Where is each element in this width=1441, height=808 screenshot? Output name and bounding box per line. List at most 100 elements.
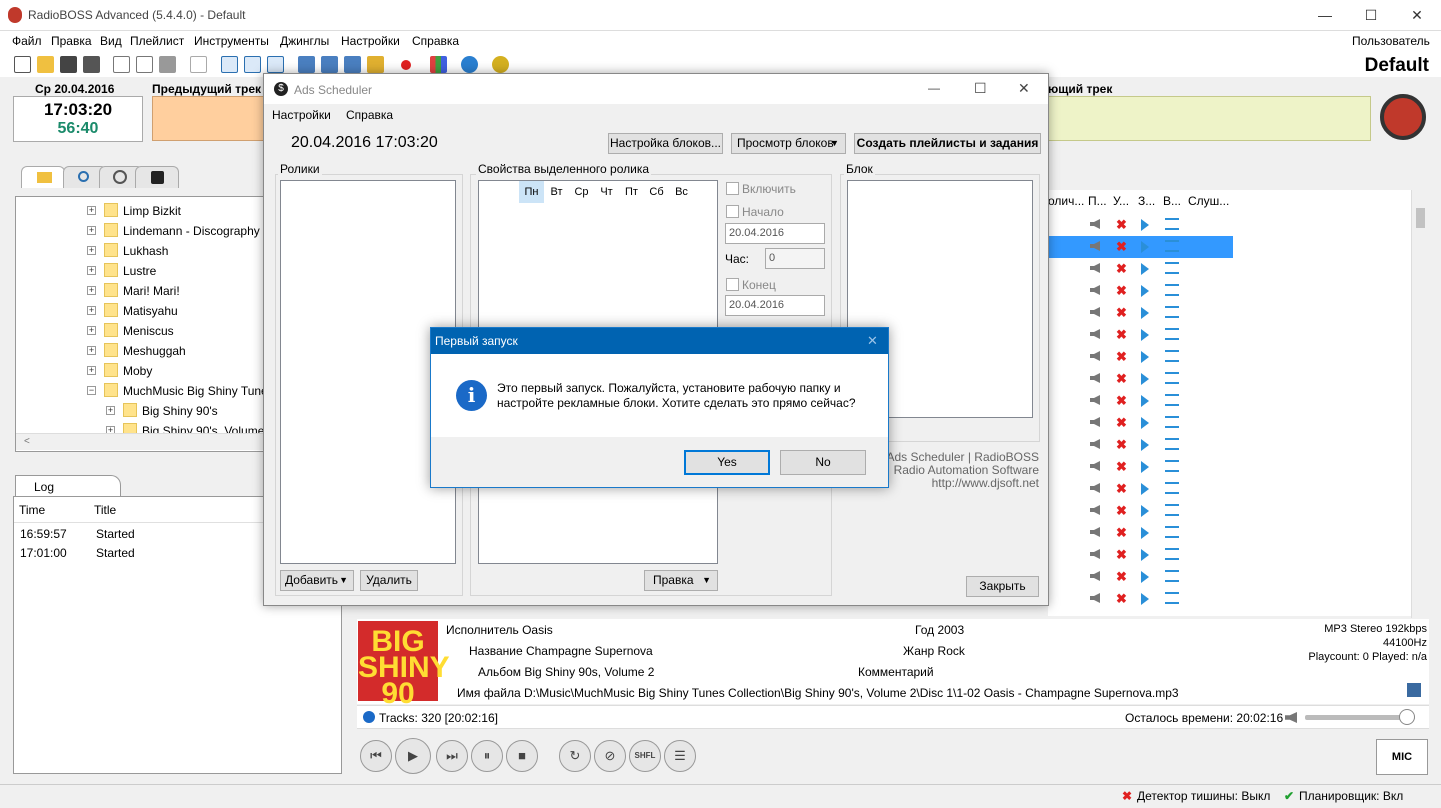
play-icon[interactable] — [1141, 461, 1149, 473]
playlist-row[interactable]: ✖ — [1048, 390, 1233, 412]
remove-icon[interactable]: ✖ — [1116, 261, 1127, 277]
expand-toggle-icon[interactable]: + — [87, 246, 96, 255]
expand-toggle-icon[interactable]: + — [87, 326, 96, 335]
add-url-icon[interactable] — [367, 56, 384, 73]
play-icon[interactable] — [1141, 571, 1149, 583]
record-icon[interactable] — [401, 60, 411, 70]
remove-icon[interactable]: ✖ — [1116, 393, 1127, 409]
no-button[interactable]: No — [780, 450, 866, 475]
day-cell[interactable]: Ср — [569, 181, 594, 203]
tree-item[interactable]: + Moby — [16, 361, 264, 381]
enable-checkbox[interactable] — [726, 182, 739, 195]
stop-mark-icon[interactable] — [1165, 372, 1179, 384]
play-icon[interactable] — [1141, 593, 1149, 605]
menu-settings[interactable]: Настройки — [341, 34, 400, 48]
stop-mark-icon[interactable] — [1165, 262, 1179, 274]
new-file-icon[interactable] — [14, 56, 31, 73]
expand-toggle-icon[interactable]: + — [87, 306, 96, 315]
menu-playlist[interactable]: Плейлист — [130, 34, 184, 48]
add-clip-button[interactable]: Добавить ▼ — [280, 570, 354, 591]
expand-toggle-icon[interactable]: + — [87, 206, 96, 215]
ads-menu-help[interactable]: Справка — [346, 108, 393, 122]
play-icon[interactable] — [1141, 351, 1149, 363]
remove-icon[interactable]: ✖ — [1116, 283, 1127, 299]
play-icon[interactable] — [1141, 241, 1149, 253]
playlist-col-v[interactable]: В... — [1163, 194, 1181, 208]
close-button[interactable]: ✕ — [1394, 0, 1440, 31]
expand-toggle-icon[interactable]: + — [87, 226, 96, 235]
pause-button[interactable]: ⏸ — [471, 740, 503, 772]
statistics-icon[interactable] — [430, 56, 447, 73]
remove-icon[interactable]: ✖ — [1116, 459, 1127, 475]
previous-button[interactable]: ⏮ — [360, 740, 392, 772]
playlist-row[interactable]: ✖ — [1048, 478, 1233, 500]
stop-mark-icon[interactable] — [1165, 350, 1179, 362]
scroll-left-icon[interactable]: < — [24, 436, 30, 447]
start-date-field[interactable]: 20.04.2016 — [725, 223, 825, 244]
speaker-icon[interactable] — [1090, 461, 1100, 471]
speaker-icon[interactable] — [1090, 571, 1100, 581]
tree-item[interactable]: + Lindemann - Discography — [16, 221, 264, 241]
stop-button[interactable]: ■ — [506, 740, 538, 772]
user-menu[interactable]: Пользователь — [1352, 34, 1430, 48]
scheduler-icon[interactable] — [492, 56, 509, 73]
tree-horizontal-scrollbar[interactable]: < — [16, 433, 264, 450]
playlist-col-count[interactable]: олич... — [1048, 194, 1084, 208]
scroll-thumb[interactable] — [1416, 208, 1425, 228]
playlist-row[interactable]: ✖ — [1048, 434, 1233, 456]
ads-close-button[interactable]: ✕ — [1018, 80, 1030, 97]
disable-button[interactable]: ⊘ — [594, 740, 626, 772]
end-date-field[interactable]: 20.04.2016 — [725, 295, 825, 316]
menu-help[interactable]: Справка — [412, 34, 459, 48]
end-checkbox[interactable] — [726, 278, 739, 291]
play-icon[interactable] — [1141, 527, 1149, 539]
hour-select[interactable]: 0 — [765, 248, 825, 269]
playlist-col-z[interactable]: З... — [1138, 194, 1155, 208]
credits-url[interactable]: http://www.djsoft.net — [932, 476, 1039, 490]
remove-icon[interactable]: ✖ — [1116, 525, 1127, 541]
play-icon[interactable] — [1141, 285, 1149, 297]
playlist-row[interactable]: ✖ — [1048, 368, 1233, 390]
delete-clip-button[interactable]: Удалить — [360, 570, 418, 591]
day-cell[interactable]: Сб — [644, 181, 669, 203]
speaker-icon[interactable] — [1090, 351, 1100, 361]
ads-maximize-button[interactable]: ☐ — [974, 80, 987, 97]
playlist-row[interactable]: ✖ — [1048, 346, 1233, 368]
play-icon[interactable] — [1141, 263, 1149, 275]
cut-icon[interactable] — [113, 56, 130, 73]
expand-toggle-icon[interactable]: + — [87, 366, 96, 375]
menu-view[interactable]: Вид — [100, 34, 122, 48]
stop-mark-icon[interactable] — [1165, 570, 1179, 582]
tree-item[interactable]: + Meshuggah — [16, 341, 264, 361]
stop-mark-icon[interactable] — [1165, 284, 1179, 296]
expand-toggle-icon[interactable]: + — [87, 266, 96, 275]
tab-folders[interactable] — [21, 166, 65, 188]
day-cell[interactable]: Вт — [544, 181, 569, 203]
playlist-row[interactable]: ✖ — [1048, 566, 1233, 588]
day-cell[interactable]: Вс — [669, 181, 694, 203]
speaker-icon[interactable] — [1090, 593, 1100, 603]
globe-icon[interactable] — [461, 56, 478, 73]
tree-item[interactable]: + Lustre — [16, 261, 264, 281]
play-icon[interactable] — [1141, 373, 1149, 385]
stop-mark-icon[interactable] — [1165, 306, 1179, 318]
day-cell[interactable]: Чт — [594, 181, 619, 203]
repeat-button[interactable]: ↻ — [559, 740, 591, 772]
remove-icon[interactable]: ✖ — [1116, 481, 1127, 497]
stop-mark-icon[interactable] — [1165, 482, 1179, 494]
speaker-icon[interactable] — [1090, 483, 1100, 493]
expand-toggle-icon[interactable]: + — [106, 406, 115, 415]
remove-icon[interactable]: ✖ — [1116, 503, 1127, 519]
playlist-row[interactable]: ✖ — [1048, 456, 1233, 478]
speaker-icon[interactable] — [1090, 373, 1100, 383]
create-playlists-button[interactable]: Создать плейлисты и задания — [854, 133, 1041, 154]
expand-toggle-icon[interactable]: + — [87, 346, 96, 355]
save-icon[interactable] — [60, 56, 77, 73]
speaker-icon[interactable] — [1090, 505, 1100, 515]
volume-thumb[interactable] — [1399, 709, 1416, 725]
playlist-row[interactable]: ✖ — [1048, 588, 1233, 610]
playlist-row[interactable]: ✖ — [1048, 500, 1233, 522]
remove-icon[interactable]: ✖ — [1116, 371, 1127, 387]
play-icon[interactable] — [1141, 549, 1149, 561]
layout1-icon[interactable] — [221, 56, 238, 73]
